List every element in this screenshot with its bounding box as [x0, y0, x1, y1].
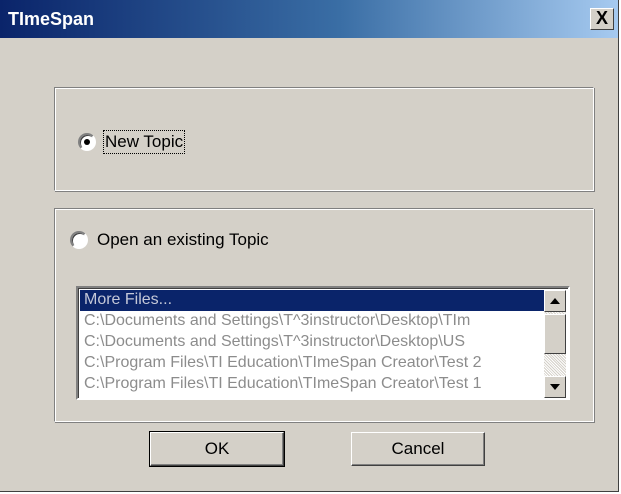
recent-files-items: More Files... C:\Documents and Settings\… — [80, 290, 546, 395]
list-item[interactable]: C:\Program Files\TI Education\TImeSpan C… — [80, 353, 546, 374]
list-item[interactable]: C:\Documents and Settings\T^3instructor\… — [80, 332, 546, 353]
arrow-up-icon — [550, 298, 560, 304]
new-topic-option[interactable]: New Topic — [78, 130, 186, 154]
new-topic-radio[interactable] — [78, 133, 96, 151]
timespan-dialog: TImeSpan X New Topic Open an existing To… — [0, 0, 619, 492]
new-topic-label[interactable]: New Topic — [102, 130, 186, 154]
cancel-button[interactable]: Cancel — [351, 432, 485, 466]
arrow-down-icon — [550, 384, 560, 390]
recent-files-list[interactable]: More Files... C:\Documents and Settings\… — [76, 286, 570, 400]
open-topic-option[interactable]: Open an existing Topic — [70, 230, 269, 250]
list-item[interactable]: More Files... — [80, 290, 546, 311]
close-button[interactable]: X — [590, 8, 614, 30]
open-topic-label[interactable]: Open an existing Topic — [97, 230, 269, 250]
scroll-up-button[interactable] — [544, 290, 566, 312]
window-title: TImeSpan — [8, 9, 95, 29]
scroll-thumb[interactable] — [544, 314, 566, 354]
list-scrollbar[interactable] — [544, 290, 566, 398]
ok-button[interactable]: OK — [149, 431, 285, 467]
list-item[interactable]: C:\Documents and Settings\T^3instructor\… — [80, 311, 546, 332]
scroll-down-button[interactable] — [544, 376, 566, 398]
open-topic-radio[interactable] — [70, 231, 88, 249]
close-icon: X — [595, 8, 608, 28]
title-bar[interactable]: TImeSpan X — [0, 0, 618, 38]
list-item[interactable]: C:\Program Files\TI Education\TImeSpan C… — [80, 374, 546, 395]
